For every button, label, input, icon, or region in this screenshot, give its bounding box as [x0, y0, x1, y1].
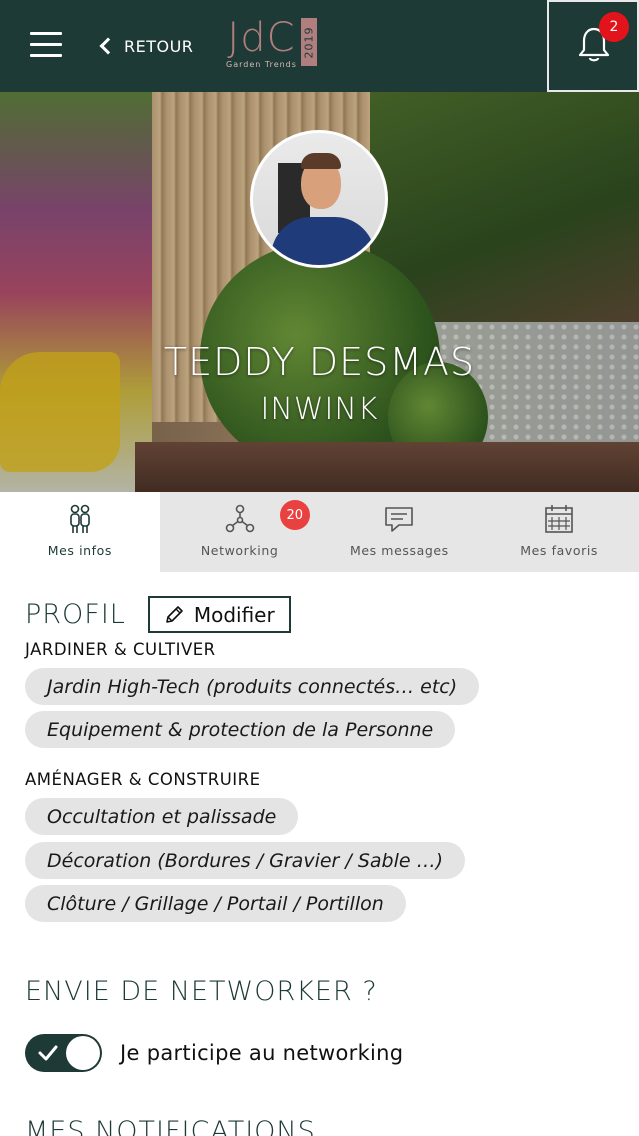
- networking-title: ENVIE DE NETWORKER ?: [25, 976, 378, 1007]
- modify-button[interactable]: Modifier: [147, 596, 291, 633]
- tab-mes-messages[interactable]: Mes messages: [320, 492, 480, 572]
- profile-content: PROFIL Modifier JARDINER & CULTIVER Jard…: [0, 572, 639, 1136]
- app-logo: JdC Garden Trends 2019: [226, 18, 317, 70]
- pencil-icon: [166, 605, 183, 623]
- profil-title: PROFIL: [25, 599, 126, 630]
- networking-toggle-row: Je participe au networking: [25, 1034, 403, 1072]
- logo-text: JdC: [227, 15, 296, 61]
- networking-toggle-label: Je participe au networking: [120, 1041, 404, 1065]
- profile-name: TEDDY DESMAS: [163, 340, 476, 384]
- category-title: JARDINER & CULTIVER: [25, 640, 216, 659]
- toggle-knob: [66, 1036, 100, 1070]
- people-icon: [70, 504, 90, 533]
- tab-label: Networking: [200, 543, 279, 558]
- tab-mes-favoris[interactable]: Mes favoris: [479, 492, 639, 572]
- interest-chip: Jardin High-Tech (produits connectés… et…: [25, 668, 480, 705]
- category-title: AMÉNAGER & CONSTRUIRE: [25, 770, 261, 789]
- interest-chip: Décoration (Bordures / Gravier / Sable ……: [25, 842, 466, 879]
- tab-label: Mes favoris: [520, 543, 599, 558]
- tab-label: Mes infos: [47, 543, 113, 558]
- interest-chip: Occultation et palissade: [25, 798, 299, 835]
- tab-label: Mes messages: [349, 543, 449, 558]
- notifications-button[interactable]: 2: [547, 0, 639, 92]
- networking-count-badge: 20: [279, 500, 310, 530]
- modify-label: Modifier: [193, 602, 275, 627]
- profil-header: PROFIL Modifier: [25, 596, 291, 633]
- back-label: RETOUR: [124, 36, 194, 56]
- interest-chip: Clôture / Grillage / Portail / Portillon: [25, 885, 406, 922]
- back-button[interactable]: RETOUR: [98, 32, 193, 60]
- logo-year: 2019: [300, 18, 317, 66]
- app-header: RETOUR JdC Garden Trends 2019 2: [0, 0, 639, 92]
- network-icon: [225, 504, 254, 533]
- logo-subtitle: Garden Trends: [226, 60, 297, 69]
- calendar-icon: [545, 505, 573, 533]
- tab-networking[interactable]: Networking 20: [160, 492, 320, 572]
- message-icon: [385, 507, 414, 532]
- profile-company: INWINK: [260, 392, 379, 427]
- notification-count-badge: 2: [599, 12, 629, 42]
- profile-tabs: Mes infos Networking 20 Mes messages Mes…: [0, 492, 639, 572]
- networking-toggle[interactable]: [25, 1034, 102, 1072]
- chevron-left-icon: [99, 37, 117, 55]
- notifications-title: MES NOTIFICATIONS: [25, 1116, 316, 1136]
- menu-icon[interactable]: [30, 32, 62, 60]
- profile-hero: TEDDY DESMAS INWINK: [0, 92, 639, 492]
- interest-chip: Equipement & protection de la Personne: [25, 711, 456, 748]
- tab-mes-infos[interactable]: Mes infos: [0, 492, 160, 572]
- avatar: [250, 130, 388, 268]
- check-icon: [38, 1045, 58, 1061]
